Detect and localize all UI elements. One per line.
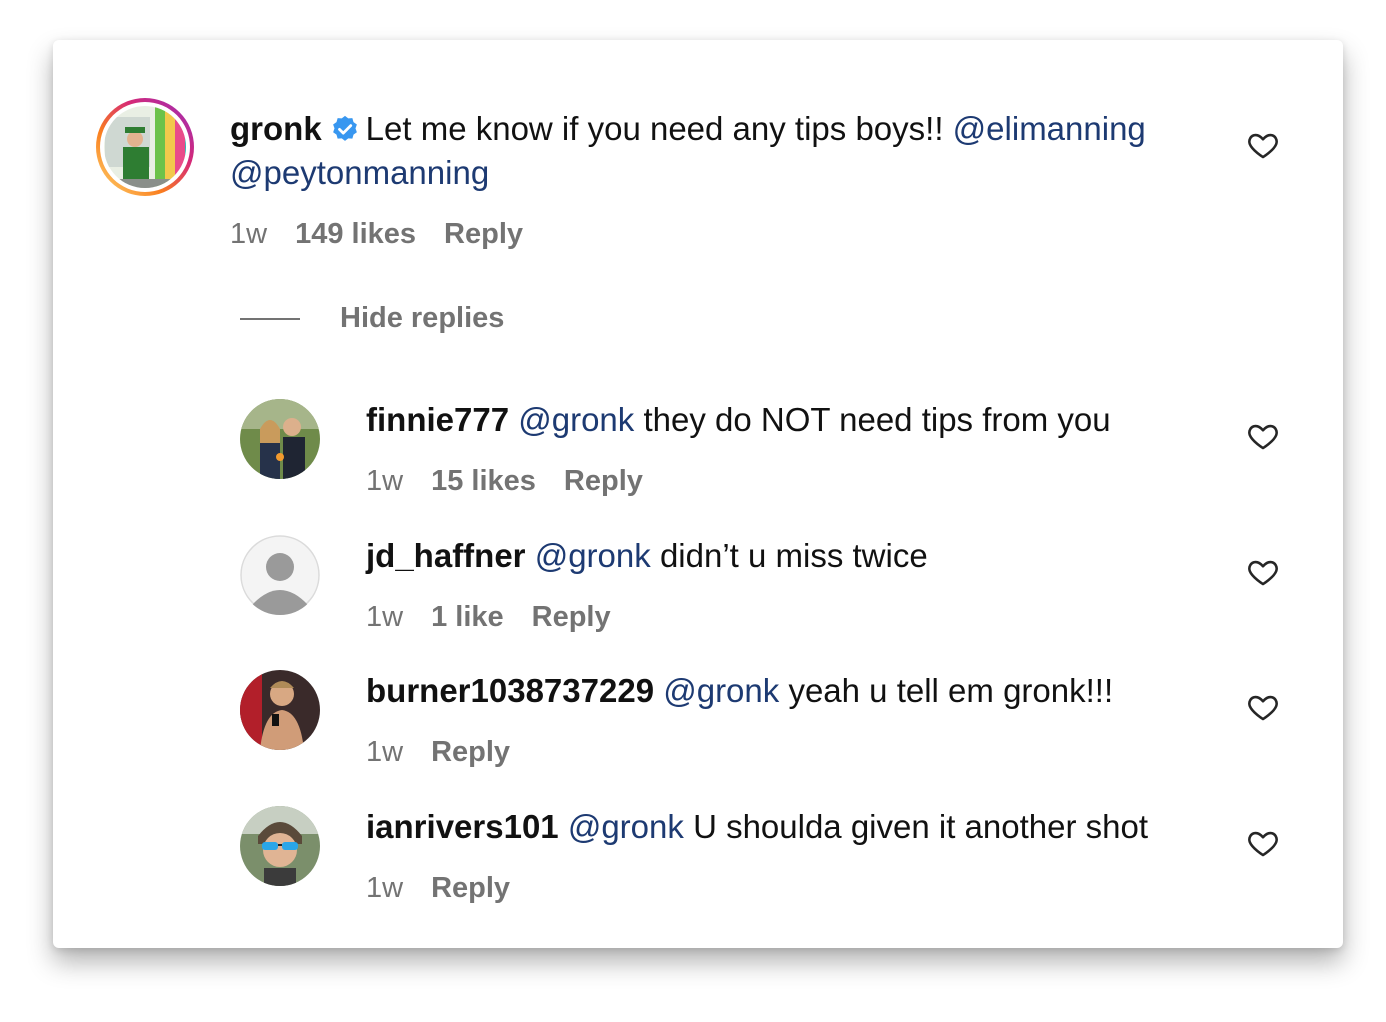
verified-badge-icon <box>332 115 357 141</box>
avatar[interactable] <box>95 97 195 197</box>
mention-link[interactable]: @gronk <box>535 537 651 574</box>
comment-text: they do NOT need tips from you <box>643 401 1111 438</box>
reply-comment: burner1038737229 @gronk yeah u tell em g… <box>53 651 1343 771</box>
username[interactable]: finnie777 <box>366 401 509 438</box>
comment-meta: 1w 15 likes Reply <box>366 463 643 499</box>
likes-count[interactable]: 149 likes <box>295 218 416 250</box>
heart-icon[interactable] <box>1246 128 1280 162</box>
comment-text: yeah u tell em gronk!!! <box>788 672 1114 709</box>
divider-line <box>240 317 300 320</box>
hide-replies-label: Hide replies <box>340 302 505 334</box>
comment-text: Let me know if you need any tips boys!! <box>365 110 944 147</box>
username[interactable]: gronk <box>230 110 322 147</box>
username[interactable]: ianrivers101 <box>366 808 559 845</box>
likes-count[interactable]: 15 likes <box>431 465 536 497</box>
comment-meta: 1w Reply <box>366 870 510 906</box>
heart-icon[interactable] <box>1246 419 1280 453</box>
reply-comment: finnie777 @gronk they do NOT need tips f… <box>53 380 1343 500</box>
main-comment: gronk Let me know if you need any tips bo… <box>53 40 1343 260</box>
heart-icon[interactable] <box>1246 690 1280 724</box>
reply-button[interactable]: Reply <box>431 872 510 904</box>
reply-comment: jd_haffner @gronk didn’t u miss twice 1w… <box>53 516 1343 636</box>
timestamp: 1w <box>366 872 404 904</box>
profile-photo-icon <box>240 806 320 886</box>
username[interactable]: jd_haffner <box>366 537 526 574</box>
default-user-icon <box>240 535 320 615</box>
comment-meta: 1w 149 likes Reply <box>230 216 523 252</box>
reply-text-line: burner1038737229 @gronk yeah u tell em g… <box>366 669 1113 713</box>
mention-link[interactable]: @gronk <box>663 672 779 709</box>
reply-button[interactable]: Reply <box>564 465 643 497</box>
username[interactable]: burner1038737229 <box>366 672 654 709</box>
mention-link[interactable]: @peytonmanning <box>230 154 489 191</box>
profile-photo-icon <box>240 670 320 750</box>
reply-text-line: ianrivers101 @gronk U shoulda given it a… <box>366 805 1148 849</box>
comment-text: didn’t u miss twice <box>659 537 928 574</box>
hide-replies-button[interactable]: Hide replies <box>240 302 504 335</box>
reply-comment: ianrivers101 @gronk U shoulda given it a… <box>53 787 1343 907</box>
main-comment-line-1: gronk Let me know if you need any tips bo… <box>230 107 1146 151</box>
avatar[interactable] <box>240 806 320 886</box>
heart-icon[interactable] <box>1246 555 1280 589</box>
profile-photo-icon <box>96 98 194 196</box>
main-comment-line-2: @peytonmanning <box>230 151 489 195</box>
timestamp: 1w <box>366 601 404 633</box>
timestamp: 1w <box>230 218 268 250</box>
avatar[interactable] <box>240 535 320 615</box>
heart-icon[interactable] <box>1246 826 1280 860</box>
comment-meta: 1w 1 like Reply <box>366 599 611 635</box>
reply-button[interactable]: Reply <box>431 736 510 768</box>
mention-link[interactable]: @gronk <box>568 808 684 845</box>
reply-button[interactable]: Reply <box>532 601 611 633</box>
comment-text: U shoulda given it another shot <box>693 808 1149 845</box>
reply-button[interactable]: Reply <box>444 218 523 250</box>
timestamp: 1w <box>366 465 404 497</box>
mention-link[interactable]: @elimanning <box>953 110 1146 147</box>
avatar[interactable] <box>240 399 320 479</box>
comments-card: gronk Let me know if you need any tips bo… <box>53 40 1343 948</box>
timestamp: 1w <box>366 736 404 768</box>
likes-count[interactable]: 1 like <box>431 601 504 633</box>
avatar[interactable] <box>240 670 320 750</box>
profile-photo-icon <box>240 399 320 479</box>
reply-text-line: jd_haffner @gronk didn’t u miss twice <box>366 534 928 578</box>
mention-link[interactable]: @gronk <box>518 401 634 438</box>
reply-text-line: finnie777 @gronk they do NOT need tips f… <box>366 398 1111 442</box>
comment-meta: 1w Reply <box>366 734 510 770</box>
